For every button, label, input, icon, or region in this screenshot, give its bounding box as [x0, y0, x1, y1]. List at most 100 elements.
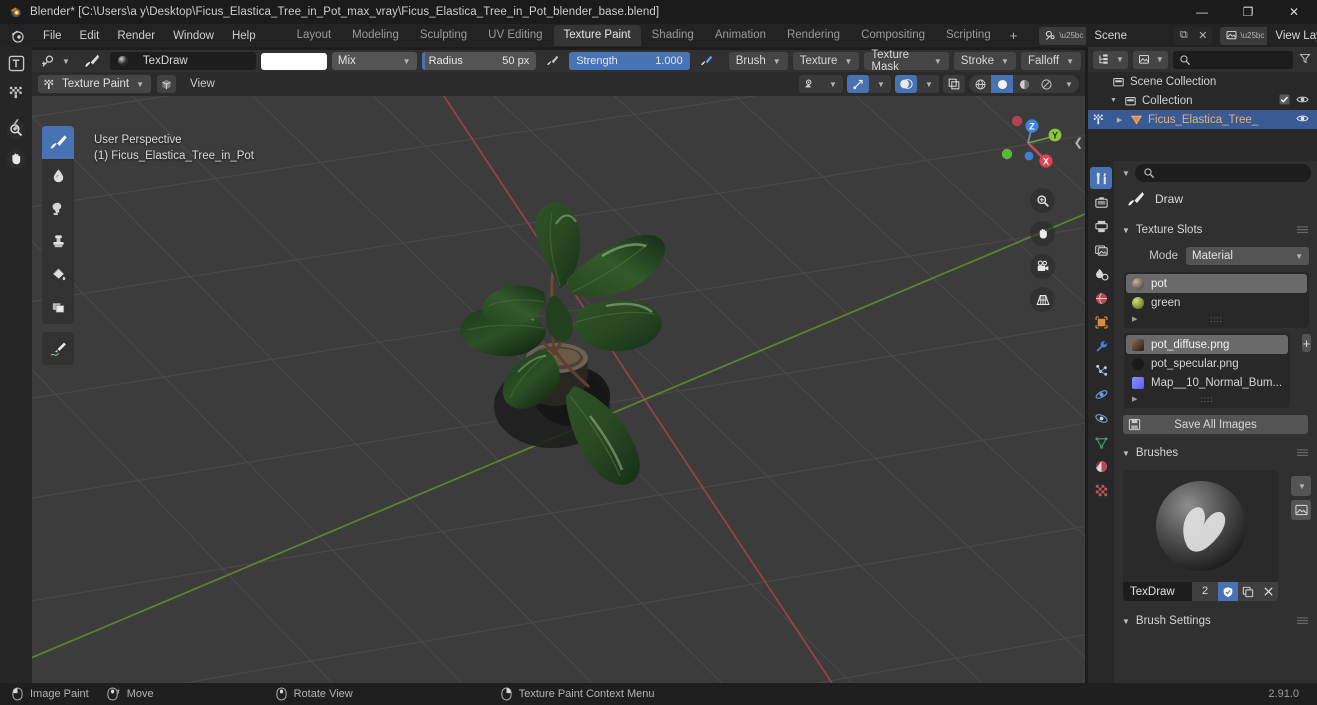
fake-user-shield-icon[interactable] [1218, 582, 1238, 601]
close-button[interactable]: ✕ [1271, 0, 1317, 24]
tool-draw-brush[interactable] [42, 126, 74, 159]
properties-tab-modifier[interactable] [1090, 335, 1112, 357]
chevron-down-icon[interactable]: ▼ [869, 75, 891, 93]
material-list-item[interactable]: green [1126, 293, 1307, 312]
menu-help[interactable]: Help [223, 27, 265, 45]
visibility-popover-group[interactable]: ▼ [799, 75, 843, 93]
chevron-down-icon[interactable]: ▼ [821, 75, 843, 93]
solid-shading-button[interactable] [991, 75, 1013, 93]
list-resize-grip[interactable]: :::: [1126, 395, 1288, 404]
outliner-display-mode-dropdown[interactable]: ▼ [1093, 50, 1128, 69]
unlink-brush-x-icon[interactable] [1258, 582, 1278, 601]
rendered-shading-button[interactable] [1035, 75, 1057, 93]
active-brush-icon[interactable] [79, 52, 105, 70]
properties-tab-physics[interactable] [1090, 383, 1112, 405]
properties-tab-texture[interactable] [1090, 479, 1112, 501]
unlink-scene-button[interactable]: ✕ [1193, 27, 1212, 45]
brush-name-field[interactable]: TexDraw [135, 52, 256, 70]
outliner-search-input[interactable] [1172, 50, 1293, 69]
chevron-down-icon[interactable]: ▼ [917, 75, 939, 93]
menu-window[interactable]: Window [164, 27, 223, 45]
material-list-footer[interactable]: ▶ :::: [1126, 312, 1307, 326]
brush-thumbnail[interactable] [109, 52, 136, 70]
menu-file[interactable]: File [34, 27, 71, 45]
camera-icon[interactable] [1030, 254, 1055, 279]
radius-slider[interactable]: Radius 50 px [421, 52, 537, 70]
texture-image-list[interactable]: pot_diffuse.png pot_specular.png Map__10… [1124, 333, 1291, 408]
add-workspace-button[interactable]: + [1002, 28, 1026, 43]
chevron-down-icon[interactable]: ▼ [1057, 75, 1079, 93]
menu-edit[interactable]: Edit [71, 27, 109, 45]
texture-slots-mode-dropdown[interactable]: Material ▼ [1186, 247, 1309, 265]
scene-name[interactable]: Scene [1086, 26, 1175, 45]
xray-toggle-group[interactable] [943, 75, 965, 93]
tab-animation[interactable]: Animation [705, 25, 776, 46]
pan-hand-icon[interactable] [3, 146, 29, 172]
properties-tab-constraints[interactable] [1090, 407, 1112, 429]
texture-slots-panel-header[interactable]: ▼ Texture Slots [1114, 219, 1317, 241]
material-preview-shading-button[interactable] [1013, 75, 1035, 93]
texture-paint-mode-icon[interactable] [3, 79, 29, 105]
viewport-view-menu[interactable]: View [182, 76, 223, 92]
brush-settings-panel-header[interactable]: ▼ Brush Settings [1114, 610, 1317, 632]
properties-options-chevron-icon[interactable]: ▼ [1122, 169, 1130, 178]
tool-smear[interactable] [42, 192, 74, 225]
tool-fill[interactable] [42, 258, 74, 291]
add-texture-slot-button[interactable]: + [1302, 334, 1311, 352]
viewport-canvas[interactable]: User Perspective (1) Ficus_Elastica_Tree… [32, 96, 1085, 683]
pan-hand-icon[interactable] [1030, 221, 1055, 246]
texture-mask-popover[interactable]: Texture Mask ▼ [864, 49, 949, 73]
save-all-images-button[interactable]: Save All Images [1123, 415, 1308, 434]
navigation-gizmo[interactable]: Z Y X [989, 104, 1067, 182]
image-list-item[interactable]: pot_diffuse.png [1126, 335, 1289, 354]
tool-annotate[interactable] [42, 332, 74, 365]
brush-users-count[interactable]: 2 [1192, 582, 1218, 601]
object-visibility-icon[interactable] [799, 75, 821, 93]
tab-shading[interactable]: Shading [642, 25, 704, 46]
material-slot-list[interactable]: pot green ▶ :::: [1124, 272, 1309, 328]
show-overlays-icon[interactable] [895, 75, 917, 93]
tab-compositing[interactable]: Compositing [851, 25, 935, 46]
shading-mode-group[interactable]: ▼ [969, 75, 1079, 93]
scene-id-widget[interactable]: \u25bc Scene ⧉ ✕ [1039, 26, 1213, 45]
brush-preview-thumbnail[interactable] [1123, 470, 1278, 582]
properties-search-input[interactable] [1134, 164, 1311, 182]
list-resize-grip[interactable]: :::: [1126, 315, 1307, 324]
brush-color-swatch[interactable] [260, 52, 327, 70]
image-list-item[interactable]: pot_specular.png [1126, 354, 1288, 373]
perspective-grid-icon[interactable] [1030, 287, 1055, 312]
brushes-panel-header[interactable]: ▼ Brushes [1114, 442, 1317, 464]
zoom-icon[interactable] [1030, 188, 1055, 213]
interaction-mode-dropdown[interactable]: Texture Paint ▼ [38, 75, 152, 93]
tab-uv-editing[interactable]: UV Editing [478, 25, 552, 46]
stroke-popover[interactable]: Stroke ▼ [953, 52, 1016, 70]
view-layer-browse-icon[interactable]: \u25bc [1220, 26, 1268, 45]
properties-tab-render[interactable] [1090, 191, 1112, 213]
viewport-gizmo-toggle[interactable] [157, 75, 177, 93]
3d-viewport[interactable]: Texture Paint ▼ View ▼ ▼ ▼ ▼ User Perspe… [32, 72, 1085, 683]
properties-tab-material[interactable] [1090, 455, 1112, 477]
gizmo-popover-group[interactable]: ▼ [847, 75, 891, 93]
tab-rendering[interactable]: Rendering [777, 25, 850, 46]
tool-clone[interactable] [42, 225, 74, 258]
properties-tab-view-layer[interactable] [1090, 239, 1112, 261]
properties-tab-world[interactable] [1090, 287, 1112, 309]
wireframe-shading-button[interactable] [969, 75, 991, 93]
image-list-footer[interactable]: ▶ :::: [1126, 392, 1288, 406]
outliner-filter-display-dropdown[interactable]: ▼ [1132, 50, 1168, 69]
blender-app-icon[interactable] [10, 28, 26, 44]
properties-tab-object[interactable] [1090, 311, 1112, 333]
menu-render[interactable]: Render [108, 27, 164, 45]
new-scene-button[interactable]: ⧉ [1174, 27, 1193, 45]
outliner-editor[interactable]: ▼ ▼ Scene Collection ▼ Collection ▶ Ficu… [1088, 47, 1317, 161]
properties-tab-scene[interactable] [1090, 263, 1112, 285]
duplicate-brush-icon[interactable] [1238, 582, 1258, 601]
tool-soften[interactable] [42, 159, 74, 192]
view-layer-id-widget[interactable]: \u25bc View Layer ⧉ ✕ [1220, 26, 1317, 45]
properties-editor[interactable]: ▼ Draw ▼ Texture Slots Mode Material ▼ p… [1088, 161, 1317, 683]
falloff-popover[interactable]: Falloff ▼ [1020, 52, 1081, 70]
brush-name-value[interactable]: TexDraw [1123, 586, 1192, 598]
outliner-row-scene-collection[interactable]: Scene Collection [1088, 72, 1317, 91]
properties-tab-output[interactable] [1090, 215, 1112, 237]
maximize-button[interactable]: ❐ [1225, 0, 1271, 24]
